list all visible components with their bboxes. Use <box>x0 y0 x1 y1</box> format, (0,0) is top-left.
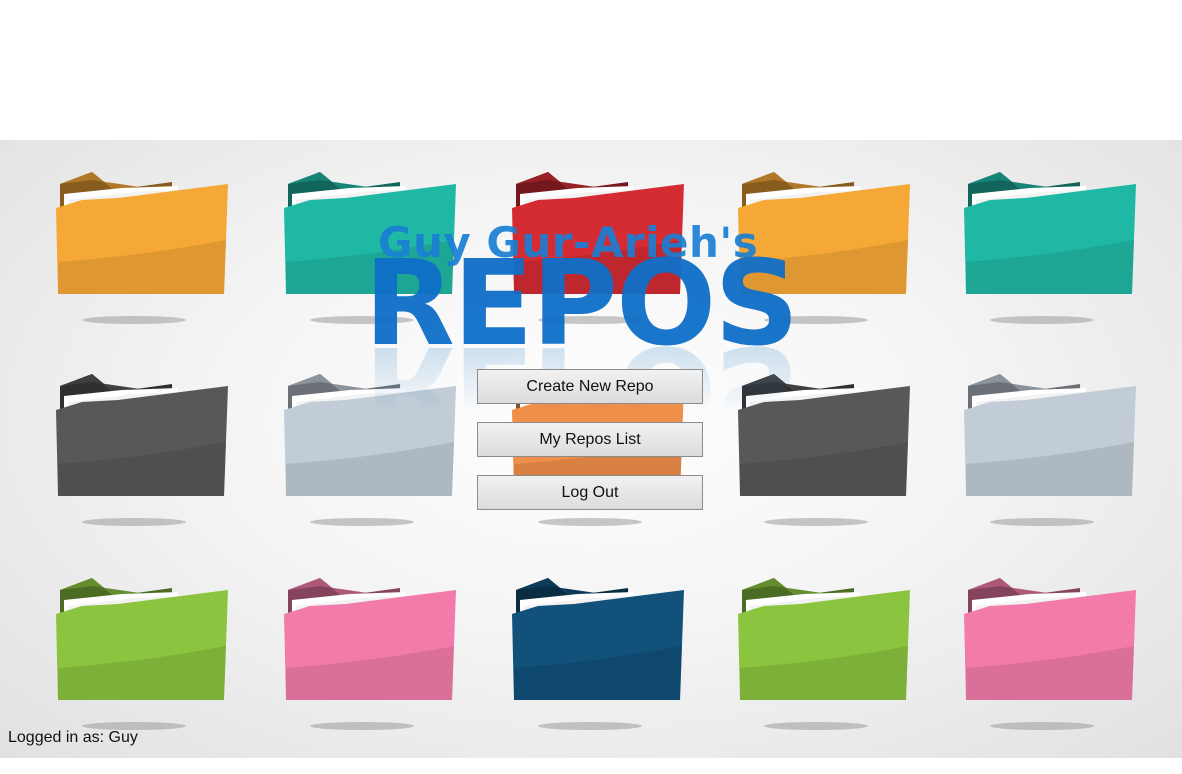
logged-in-status: Logged in as: Guy <box>8 729 138 746</box>
folder-icon <box>280 576 460 736</box>
folder-icon <box>960 170 1140 330</box>
folder-icon <box>52 576 232 736</box>
folder-icon <box>52 372 232 532</box>
create-new-repo-button[interactable]: Create New Repo <box>477 369 703 404</box>
folder-icon <box>734 170 914 330</box>
folder-icon <box>960 576 1140 736</box>
folder-icon <box>52 170 232 330</box>
folder-icon <box>280 170 460 330</box>
folder-icon <box>734 576 914 736</box>
folder-icon <box>280 372 460 532</box>
folder-icon <box>960 372 1140 532</box>
log-out-button[interactable]: Log Out <box>477 475 703 510</box>
folder-icon <box>734 372 914 532</box>
my-repos-list-button[interactable]: My Repos List <box>477 422 703 457</box>
folder-icon <box>508 170 688 330</box>
folder-icon <box>508 576 688 736</box>
